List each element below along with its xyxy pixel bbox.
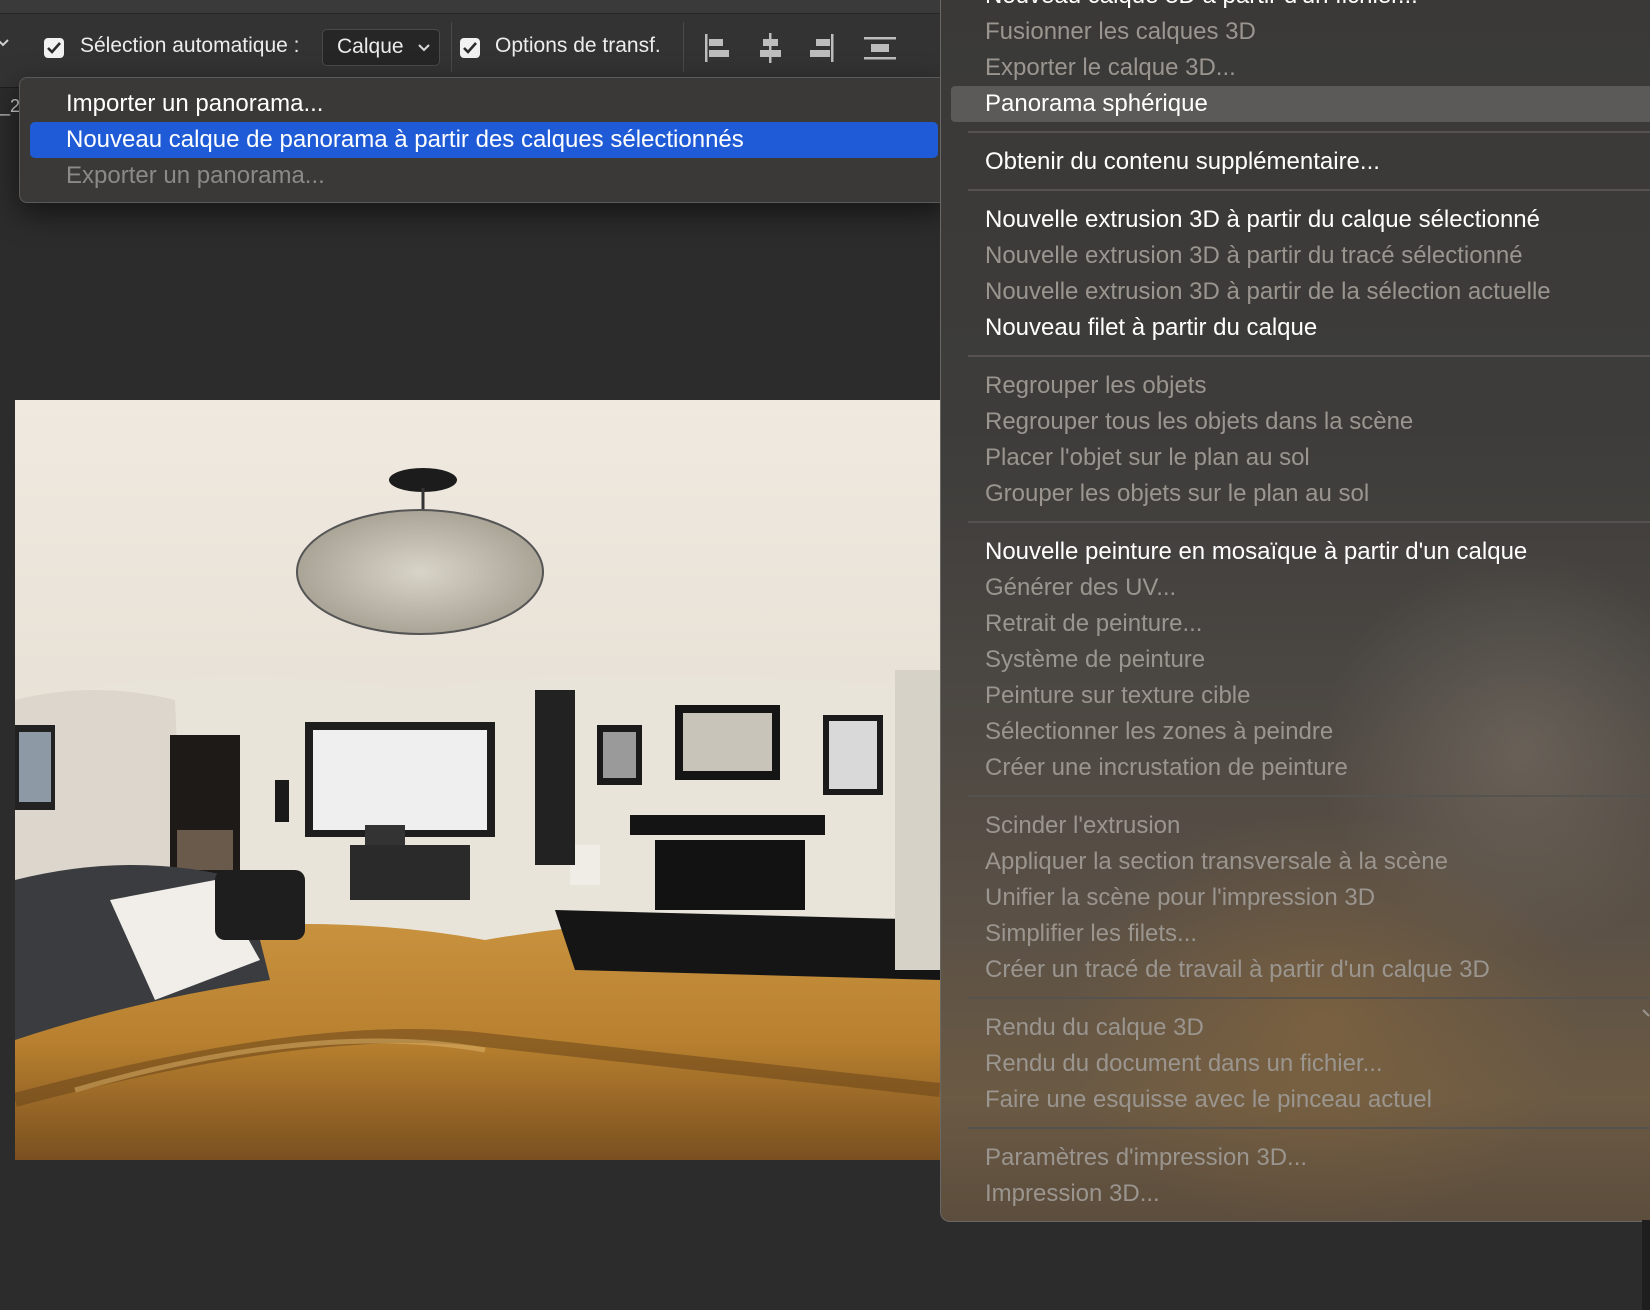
menu-item-import-panorama[interactable]: Importer un panorama...	[30, 86, 938, 122]
panorama-submenu: Importer un panorama... Nouveau calque d…	[19, 77, 948, 203]
menu-item-3d-print: Impression 3D...	[985, 1180, 1160, 1207]
menu-separator	[968, 131, 1650, 133]
3d-menu: Nouveau calque 3D à partir d'un fichier.…	[940, 0, 1650, 1222]
window-edge	[1642, 1220, 1650, 1310]
menu-item-group-objects: Regrouper les objets	[985, 372, 1207, 399]
menu-item-paint-system: Système de peinture	[985, 646, 1206, 673]
panorama-canvas-image[interactable]	[15, 400, 940, 1160]
menu-separator	[968, 521, 1650, 523]
menu-separator	[968, 189, 1650, 191]
menu-item-extrusion-from-layer[interactable]: Nouvelle extrusion 3D à partir du calque…	[985, 202, 1540, 238]
distribute-vertical-icon[interactable]	[862, 30, 898, 66]
options-bar-top-strip	[0, 0, 945, 14]
menu-item-export-3d-layer: Exporter le calque 3D...	[985, 54, 1236, 81]
auto-select-checkbox[interactable]	[44, 38, 64, 58]
menu-item-move-object-to-ground: Placer l'objet sur le plan au sol	[985, 444, 1310, 471]
document-tab-fragment[interactable]: _2	[0, 96, 20, 117]
menu-item-new-panorama-layer[interactable]: Nouveau calque de panorama à partir des …	[30, 122, 938, 158]
menu-item-extrusion-from-selection: Nouvelle extrusion 3D à partir de la sél…	[985, 278, 1551, 305]
menu-separator	[968, 1127, 1650, 1129]
menu-item-sketch-with-brush: Faire une esquisse avec le pinceau actue…	[985, 1086, 1432, 1113]
menu-item-render-document-to-file: Rendu du document dans un fichier...	[985, 1050, 1383, 1077]
menu-item-split-extrusion: Scinder l'extrusion	[985, 812, 1181, 839]
transform-options-label: Options de transf.	[495, 34, 661, 57]
panorama-photo	[15, 400, 940, 1160]
menu-item-new-tiled-painting[interactable]: Nouvelle peinture en mosaïque à partir d…	[985, 534, 1527, 570]
menu-separator	[968, 795, 1650, 797]
menu-item-generate-uvs: Générer des UV...	[985, 574, 1177, 601]
align-left-edges-icon[interactable]	[700, 30, 736, 66]
menu-item-merge-3d-layers: Fusionner les calques 3D	[985, 18, 1256, 45]
auto-select-label: Sélection automatique :	[80, 34, 300, 57]
chevron-down-icon[interactable]	[0, 36, 14, 54]
chevron-down-icon	[418, 44, 430, 52]
auto-select-value: Calque	[337, 35, 404, 58]
menu-item-new-3d-layer-from-file[interactable]: Nouveau calque 3D à partir d'un fichier.…	[985, 0, 1418, 14]
menu-item-get-more-content[interactable]: Obtenir du contenu supplémentaire...	[985, 144, 1380, 180]
auto-select-dropdown[interactable]: Calque	[322, 29, 440, 66]
menu-item-3d-print-settings: Paramètres d'impression 3D...	[985, 1144, 1308, 1171]
options-bar: Sélection automatique : Calque Options d…	[0, 0, 945, 88]
align-right-edges-icon[interactable]	[803, 30, 839, 66]
menu-item-new-mesh-from-layer[interactable]: Nouveau filet à partir du calque	[985, 310, 1317, 346]
checkmark-icon	[463, 42, 477, 54]
transform-options-checkbox[interactable]	[460, 38, 480, 58]
menu-item-group-all-objects: Regrouper tous les objets dans la scène	[985, 408, 1414, 435]
menu-item-spherical-panorama[interactable]: Panorama sphérique	[985, 86, 1208, 122]
menu-item-create-painted-overlay: Créer une incrustation de peinture	[985, 754, 1348, 781]
menu-item-extrusion-from-path: Nouvelle extrusion 3D à partir du tracé …	[985, 242, 1523, 269]
menu-item-simplify-meshes: Simplifier les filets...	[985, 920, 1198, 947]
menu-item-apply-cross-section: Appliquer la section transversale à la s…	[985, 848, 1448, 875]
align-horizontal-centers-icon[interactable]	[752, 30, 788, 66]
submenu-arrow-icon	[1642, 1009, 1650, 1017]
menu-item-group-objects-on-ground: Grouper les objets sur le plan au sol	[985, 480, 1370, 507]
menu-item-paint-on-target-texture: Peinture sur texture cible	[985, 682, 1251, 709]
options-divider	[451, 22, 452, 72]
menu-item-render-3d-layer: Rendu du calque 3D	[985, 1014, 1204, 1041]
menu-separator	[968, 355, 1650, 357]
menu-item-export-panorama: Exporter un panorama...	[66, 162, 325, 189]
menu-item-select-paintable-areas: Sélectionner les zones à peindre	[985, 718, 1334, 745]
menu-item-work-path-from-3d-layer: Créer un tracé de travail à partir d'un …	[985, 956, 1490, 983]
checkmark-icon	[47, 42, 61, 54]
menu-separator	[968, 997, 1650, 999]
menu-item-paint-falloff: Retrait de peinture...	[985, 610, 1203, 637]
menu-item-unify-scene-for-3d-print: Unifier la scène pour l'impression 3D	[985, 884, 1376, 911]
options-divider	[683, 22, 684, 72]
